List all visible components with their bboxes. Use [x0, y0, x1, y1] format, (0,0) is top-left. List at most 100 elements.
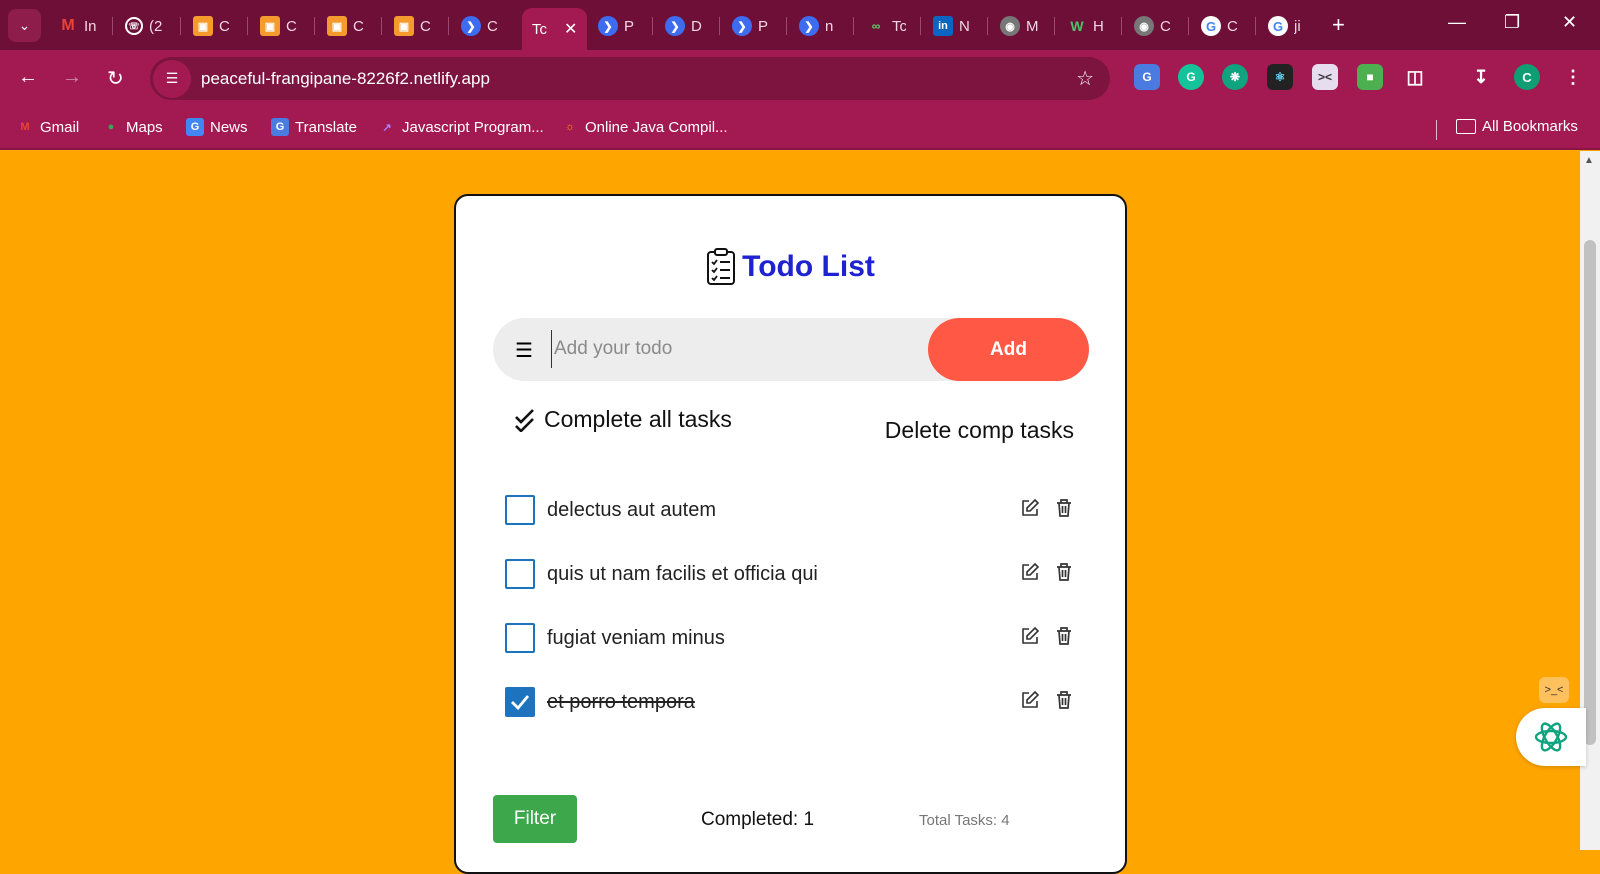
complete-all-button[interactable]: Complete all tasks	[514, 406, 732, 433]
reload-icon: ↻	[107, 68, 124, 90]
robot-extension-icon[interactable]: ■	[1357, 64, 1383, 90]
arrow-left-icon: ←	[18, 66, 38, 88]
new-tab-button[interactable]: +	[1332, 12, 1345, 38]
chatgpt-floating-button[interactable]	[1516, 708, 1586, 766]
tab-google-1[interactable]: GC	[1201, 10, 1241, 42]
bookmark-translate[interactable]: G Translate	[271, 118, 357, 136]
close-icon: ✕	[1562, 12, 1578, 32]
total-count: Total Tasks: 4	[919, 812, 1010, 829]
todo-checkbox[interactable]	[505, 623, 535, 653]
tab-google-2[interactable]: Gji	[1268, 10, 1308, 42]
forward-button[interactable]: →	[62, 66, 82, 89]
page-title: Todo List	[742, 250, 875, 283]
todo-text: et porro tempora	[547, 690, 695, 713]
edit-icon[interactable]	[1019, 497, 1041, 519]
todo-input[interactable]	[551, 330, 901, 368]
bookmark-java-compiler[interactable]: ☼ Online Java Compil...	[561, 118, 728, 136]
todo-item: delectus aut autem	[505, 490, 1075, 530]
google-icon: G	[1201, 16, 1221, 36]
trash-icon[interactable]	[1053, 561, 1075, 583]
w-icon: W	[1070, 18, 1084, 34]
google-translate-extension-icon[interactable]: G	[1134, 64, 1160, 90]
todo-footer: Filter Completed: 1 Total Tasks: 4	[493, 795, 1053, 845]
scroll-up-icon[interactable]: ▲	[1584, 155, 1594, 166]
more-menu-icon[interactable]: ⋮	[1560, 64, 1586, 90]
tab-glasses[interactable]: ∞ Tc	[866, 10, 906, 42]
netlify-icon: ❯	[461, 16, 481, 36]
tab-codepen-1[interactable]: ▣ C	[193, 10, 233, 42]
close-window-button[interactable]: ✕	[1562, 12, 1577, 33]
globe-icon: ◉	[1134, 16, 1154, 36]
todo-checkbox[interactable]	[505, 559, 535, 589]
completed-count: Completed: 1	[701, 809, 815, 830]
netlify-icon: ❯	[799, 16, 819, 36]
todo-checkbox-checked[interactable]	[505, 687, 535, 717]
extensions-puzzle-icon[interactable]: ◫	[1402, 64, 1428, 90]
codepen-icon: ▣	[193, 16, 213, 36]
tab-netlify-2[interactable]: ❯ P	[598, 10, 638, 42]
linkedin-icon: in	[933, 16, 953, 36]
arrow-right-icon: →	[62, 66, 82, 88]
tab-globe-1[interactable]: ◉ M	[1000, 10, 1040, 42]
news-icon: G	[186, 118, 204, 136]
all-bookmarks[interactable]: All Bookmarks	[1456, 118, 1578, 135]
face-extension-icon[interactable]: ><	[1312, 64, 1338, 90]
browser-tab-strip: ⌄ M In ☏ (2 ▣ C ▣ C ▣ C ▣ C ❯ C Tc ✕ ❯ P ❯ D ❯ P ❯ n…	[0, 0, 1600, 50]
js-icon: ↗	[382, 121, 392, 134]
delete-completed-button[interactable]: Delete comp tasks	[885, 417, 1074, 444]
netlify-icon: ❯	[732, 16, 752, 36]
trash-icon[interactable]	[1053, 497, 1075, 519]
site-info-icon[interactable]: ☰	[153, 59, 191, 98]
edit-icon[interactable]	[1019, 561, 1041, 583]
edit-icon[interactable]	[1019, 689, 1041, 711]
tab-search-button[interactable]: ⌄	[8, 9, 41, 42]
bookmark-javascript[interactable]: ↗ Javascript Program...	[378, 118, 543, 136]
grammarly-extension-icon[interactable]: G	[1178, 64, 1204, 90]
tab-globe-2[interactable]: ◉ C	[1134, 10, 1174, 42]
tab-codepen-4[interactable]: ▣ C	[394, 10, 434, 42]
tab-linkedin[interactable]: in N	[933, 10, 973, 42]
minimize-button[interactable]: —	[1448, 12, 1466, 33]
netlify-icon: ❯	[665, 16, 685, 36]
reload-button[interactable]: ↻	[107, 66, 124, 91]
double-check-icon	[515, 408, 534, 432]
tab-codepen-3[interactable]: ▣ C	[327, 10, 367, 42]
todo-checkbox[interactable]	[505, 495, 535, 525]
browser-toolbar: ← → ↻ ☰ peaceful-frangipane-8226f2.netli…	[0, 50, 1600, 108]
add-button[interactable]: Add	[928, 318, 1089, 381]
close-tab-icon[interactable]: ✕	[564, 19, 577, 39]
tab-gmail[interactable]: M In	[58, 10, 98, 42]
trash-icon[interactable]	[1053, 689, 1075, 711]
tab-w[interactable]: WH	[1067, 10, 1107, 42]
trash-icon[interactable]	[1053, 625, 1075, 647]
checkmark-icon	[511, 695, 530, 710]
openai-icon	[1534, 722, 1568, 752]
profile-avatar[interactable]: C	[1514, 64, 1540, 90]
edit-icon[interactable]	[1019, 625, 1041, 647]
tab-codepen-2[interactable]: ▣ C	[260, 10, 300, 42]
tab-netlify-3[interactable]: ❯ D	[665, 10, 705, 42]
react-devtools-extension-icon[interactable]: ⚛	[1267, 64, 1293, 90]
tab-netlify-4[interactable]: ❯ P	[732, 10, 772, 42]
tab-netlify-5[interactable]: ❯ n	[799, 10, 839, 42]
back-button[interactable]: ←	[18, 66, 38, 89]
url-text[interactable]: peaceful-frangipane-8226f2.netlify.app	[201, 69, 490, 89]
bookmark-news[interactable]: G News	[186, 118, 248, 136]
restore-button[interactable]: ❐	[1504, 12, 1520, 33]
gmail-icon: M	[20, 121, 30, 133]
downloads-icon[interactable]: ↧	[1468, 64, 1494, 90]
bookmark-star-icon[interactable]: ☆	[1076, 66, 1094, 91]
bookmark-gmail[interactable]: M Gmail	[16, 118, 79, 136]
tab-todo-active[interactable]: Tc ✕	[522, 8, 588, 50]
floating-extension-badge[interactable]: >_<	[1539, 677, 1569, 703]
address-bar[interactable]: ☰ peaceful-frangipane-8226f2.netlify.app…	[150, 57, 1110, 100]
todo-item: quis ut nam facilis et officia qui	[505, 554, 1075, 594]
filter-button[interactable]: Filter	[493, 795, 577, 843]
bookmark-maps[interactable]: ● Maps	[102, 118, 163, 136]
scrollbar-thumb[interactable]	[1584, 240, 1596, 745]
list-check-icon: ☰	[515, 340, 533, 362]
tab-netlify-1[interactable]: ❯ C	[461, 10, 501, 42]
tab-whatsapp[interactable]: ☏ (2	[125, 10, 163, 42]
bulk-actions: Complete all tasks Delete comp tasks	[514, 406, 1074, 446]
chatgpt-extension-icon[interactable]: ❋	[1222, 64, 1248, 90]
